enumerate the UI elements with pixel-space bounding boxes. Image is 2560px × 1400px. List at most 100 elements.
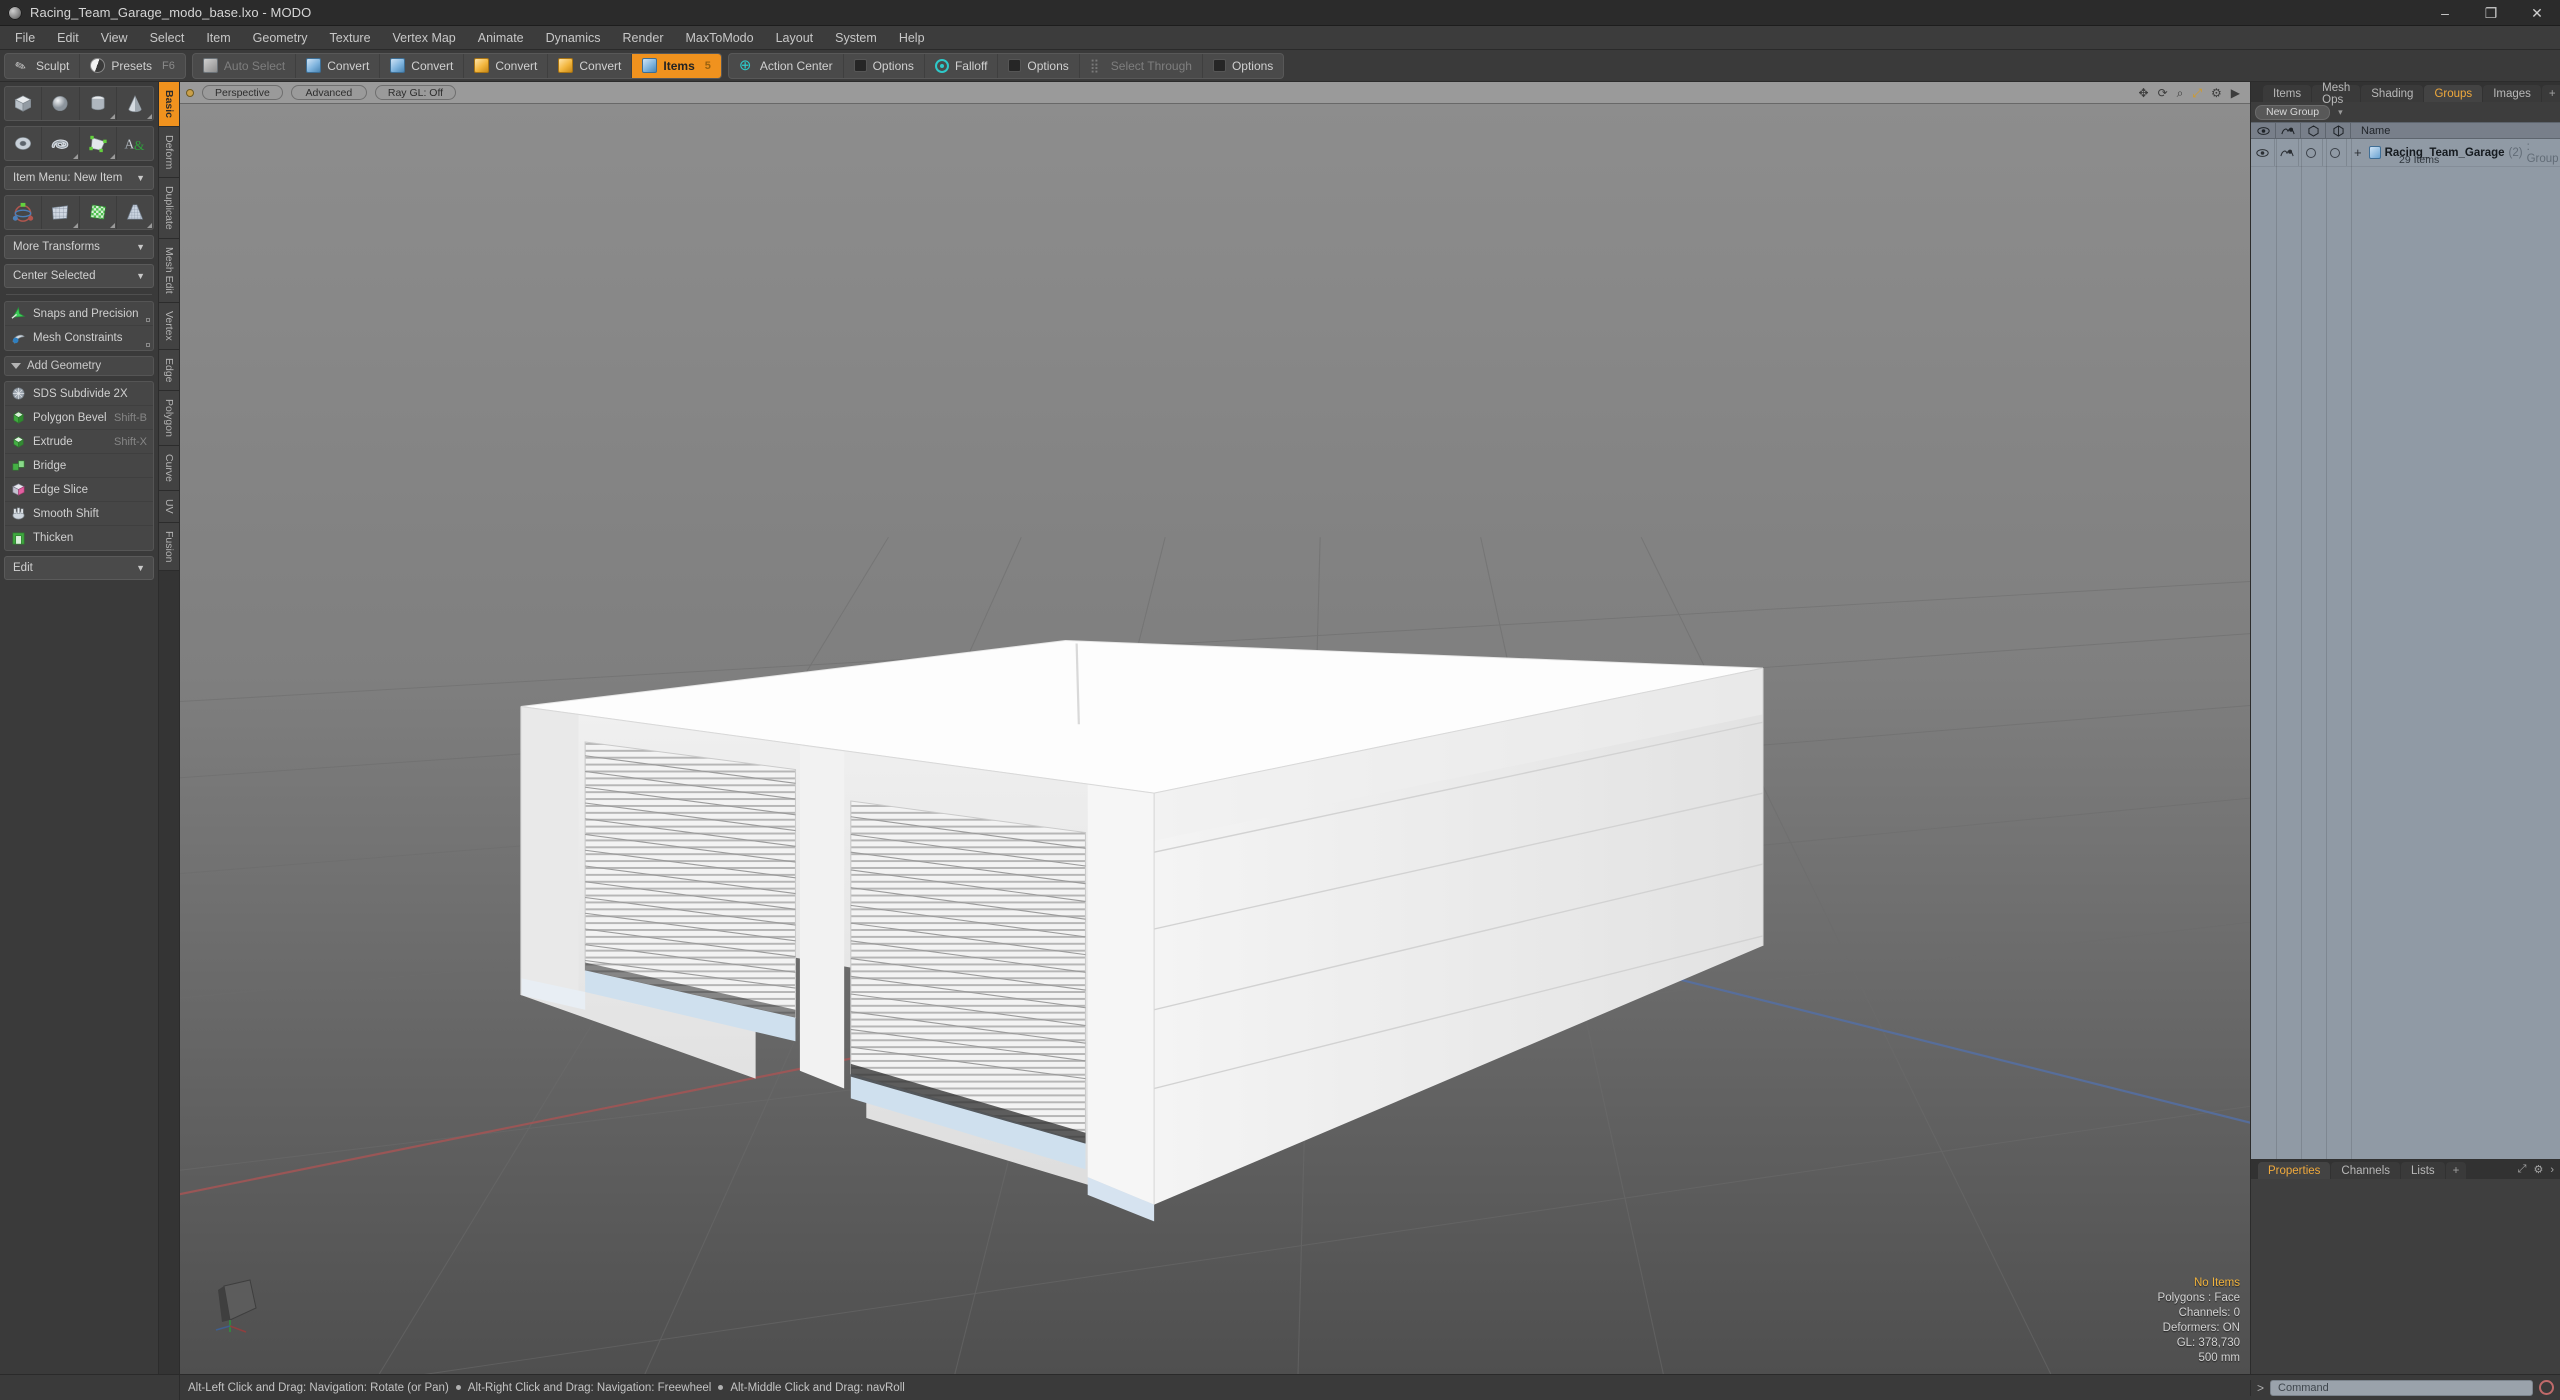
taper-tool[interactable] [117,196,153,229]
row-wire-toggle[interactable] [2299,139,2323,166]
left-tab-uv[interactable]: UV [159,491,179,523]
item-menu-dropdown[interactable]: Item Menu: New Item ▼ [4,166,154,190]
menu-item-edit[interactable]: Edit [46,28,90,48]
new-group-button[interactable]: New Group [2255,104,2331,120]
geometry-item-sds-subdivide-2x[interactable]: SDS Subdivide 2X [5,382,153,406]
row-render-toggle[interactable] [2275,139,2299,166]
sculpt-button[interactable]: ✎ Sculpt [5,53,81,78]
tab-images[interactable]: Images [2483,85,2541,102]
mesh-constraints-row[interactable]: Mesh Constraints [5,326,153,350]
tab-channels[interactable]: Channels [2331,1162,2401,1179]
menu-item-select[interactable]: Select [139,28,196,48]
tab-items[interactable]: Items [2263,85,2312,102]
add-tab-button[interactable]: + [2445,1162,2467,1179]
left-tab-deform[interactable]: Deform [159,127,179,179]
render-column-header[interactable] [2276,123,2301,138]
left-tab-basic[interactable]: Basic [159,82,179,128]
center-selected-dropdown[interactable]: Center Selected ▼ [4,264,154,288]
menu-item-dynamics[interactable]: Dynamics [535,28,612,48]
viewport-axis-gizmo[interactable] [210,1266,280,1336]
row-shade-toggle[interactable] [2323,139,2347,166]
geometry-item-polygon-bevel[interactable]: Polygon Bevel Shift-B [5,406,153,430]
convert-button[interactable]: Convert [464,53,549,78]
close-button[interactable]: ✕ [2514,0,2560,25]
left-tab-fusion[interactable]: Fusion [159,522,179,572]
record-icon[interactable] [2539,1380,2554,1395]
pen-tool[interactable] [80,127,117,160]
viewport-raygl-selector[interactable]: Ray GL: Off [374,85,457,100]
options-button[interactable]: Options [844,53,925,78]
left-tab-polygon[interactable]: Polygon [159,391,179,447]
left-tab-curve[interactable]: Curve [159,446,179,492]
viewport-shading-selector[interactable]: Advanced [290,85,367,100]
torus-tool[interactable] [5,127,43,160]
add-geometry-header[interactable]: Add Geometry [4,356,154,376]
menu-item-animate[interactable]: Animate [467,28,535,48]
group-tree-body[interactable]: + Racing_Team_Garage (2) : Group 29 Item… [2251,139,2560,1159]
left-tab-duplicate[interactable]: Duplicate [159,178,179,240]
row-name-cell[interactable]: + Racing_Team_Garage (2) : Group 29 Item… [2347,139,2560,167]
tab-lists[interactable]: Lists [2401,1162,2445,1179]
options-button[interactable]: Options [1203,54,1283,78]
edit-dropdown[interactable]: Edit ▼ [4,556,154,580]
command-input[interactable]: Command [2270,1379,2533,1396]
geometry-item-bridge[interactable]: Bridge [5,454,153,478]
menu-item-system[interactable]: System [824,28,888,48]
presets-button[interactable]: Presets F6 [80,54,185,78]
shade-column-header[interactable] [2326,123,2351,138]
action-center-button[interactable]: ⊕ Action Center [729,53,844,78]
tab-mesh-ops[interactable]: Mesh Ops [2312,82,2361,106]
row-visibility-toggle[interactable] [2251,139,2275,166]
viewport-3d[interactable]: No Items Polygons : Face Channels: 0 Def… [180,104,2250,1374]
more-transforms-dropdown[interactable]: More Transforms ▼ [4,235,154,259]
gear-icon[interactable]: ⚙ [2211,87,2222,99]
geometry-item-smooth-shift[interactable]: Smooth Shift [5,502,153,526]
eye-column-header[interactable] [2251,123,2276,138]
gear-icon[interactable]: ⚙ [2533,1163,2543,1176]
options-marker[interactable] [146,318,150,322]
tab-shading[interactable]: Shading [2361,85,2424,102]
transform-tool[interactable] [5,196,43,229]
falloff-button[interactable]: Falloff [925,53,999,78]
chevron-down-icon[interactable]: ▾ [2338,107,2343,118]
tab-groups[interactable]: Groups [2424,85,2483,102]
chevron-right-icon[interactable]: › [2550,1164,2554,1176]
table-row[interactable]: + Racing_Team_Garage (2) : Group 29 Item… [2251,139,2560,167]
menu-item-help[interactable]: Help [888,28,936,48]
maximize-button[interactable]: ❐ [2468,0,2514,25]
viewport-perspective-selector[interactable]: Perspective [202,85,283,100]
sphere-tool[interactable] [42,87,80,120]
menu-item-file[interactable]: File [4,28,46,48]
convert-button[interactable]: Convert [296,53,381,78]
zoom-icon[interactable]: ⌕ [2177,87,2184,99]
bend-tool[interactable] [42,196,80,229]
add-tab-button[interactable]: + [2541,85,2560,102]
cylinder-tool[interactable] [80,87,117,120]
left-tab-edge[interactable]: Edge [159,349,179,392]
cone-tool[interactable] [117,87,153,120]
left-tab-mesh-edit[interactable]: Mesh Edit [159,239,179,303]
left-tab-vertex[interactable]: Vertex [159,302,179,350]
rotate-icon[interactable]: ⟳ [2158,87,2168,99]
text-tool[interactable]: A & [117,127,153,160]
minimize-button[interactable]: – [2422,0,2468,25]
snaps-and-precision-row[interactable]: Snaps and Precision [5,302,153,326]
menu-item-view[interactable]: View [90,28,139,48]
menu-item-layout[interactable]: Layout [765,28,825,48]
viewport-menu-icon[interactable] [186,88,194,97]
menu-item-geometry[interactable]: Geometry [242,28,319,48]
menu-item-render[interactable]: Render [612,28,675,48]
cube-tool[interactable] [5,87,43,120]
menu-item-maxtomodo[interactable]: MaxToModo [675,28,765,48]
fit-icon[interactable]: ⤢ [2192,87,2202,99]
expand-icon[interactable]: + [2354,146,2362,159]
shear-tool[interactable] [80,196,117,229]
spiral-tool[interactable] [42,127,80,160]
options-button[interactable]: Options [998,53,1080,78]
menu-item-vertex-map[interactable]: Vertex Map [382,28,467,48]
options-marker[interactable] [146,343,150,347]
tab-properties[interactable]: Properties [2258,1162,2331,1179]
geometry-item-thicken[interactable]: Thicken [5,526,153,550]
items-button[interactable]: Items 5 [632,53,721,78]
pan-icon[interactable]: ✥ [2139,87,2149,99]
